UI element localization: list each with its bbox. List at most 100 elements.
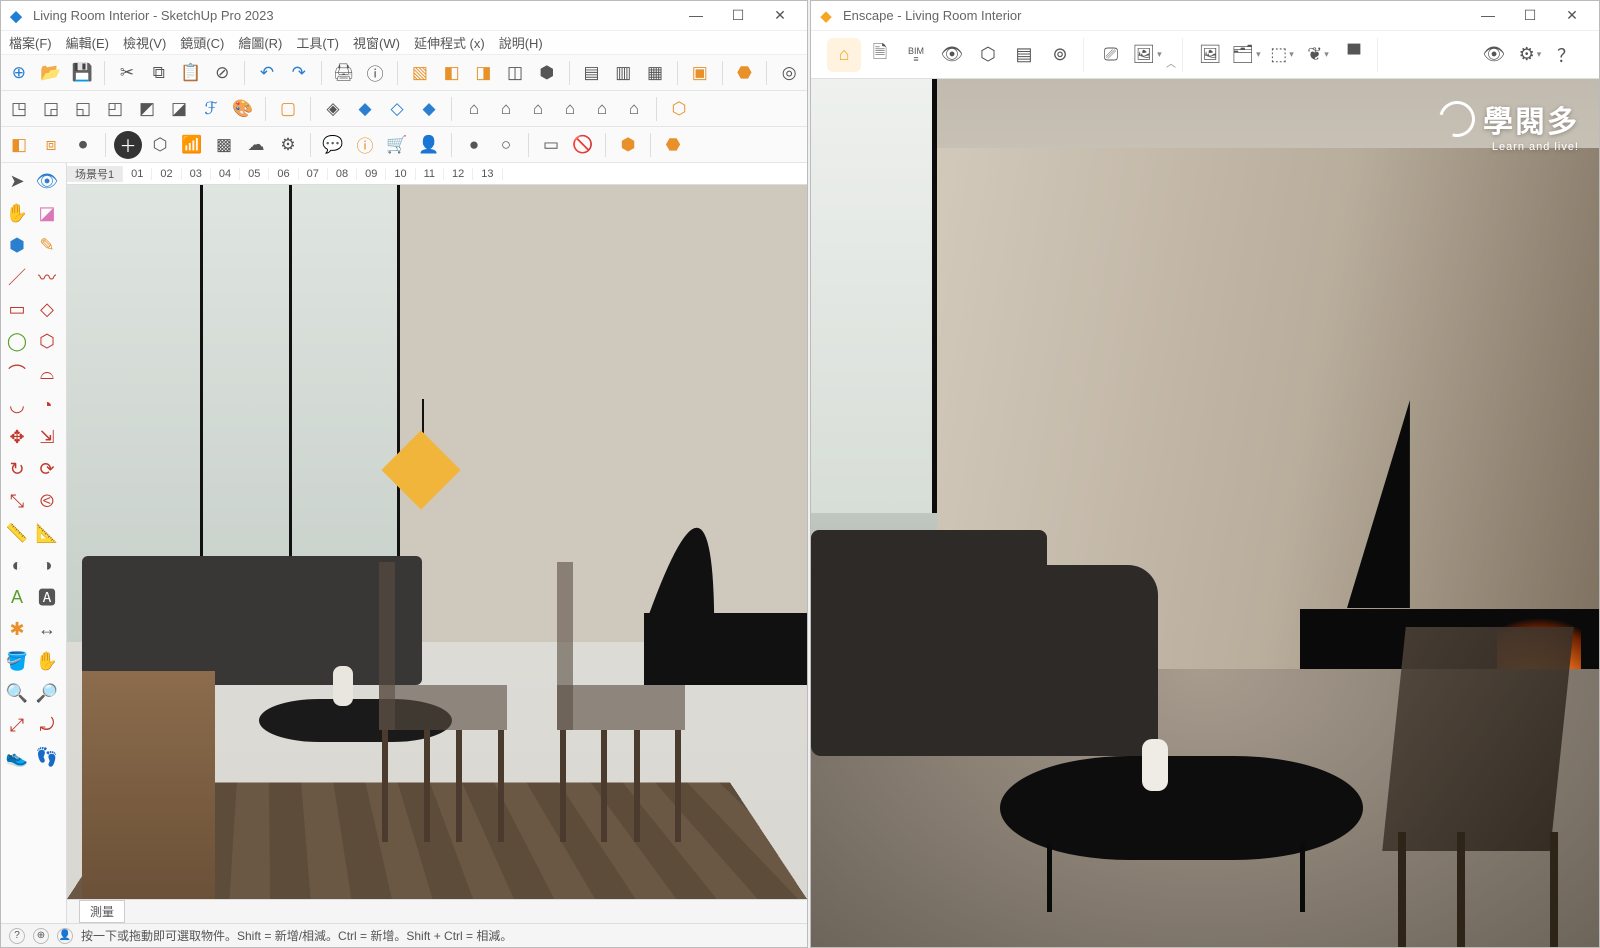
scale-tool-icon[interactable]: ⤡ xyxy=(3,487,31,515)
scene-tab[interactable]: 05 xyxy=(240,168,269,180)
undo-icon[interactable]: ↶ xyxy=(253,59,281,87)
circle-icon[interactable]: ○ xyxy=(492,131,520,159)
layer-settings-icon[interactable]: 🗂▾ xyxy=(1229,38,1263,72)
add-dark-icon[interactable]: ＋ xyxy=(114,131,142,159)
iso-view-icon[interactable]: ◈ xyxy=(319,95,347,123)
tape-tool-icon[interactable]: 📏 xyxy=(3,519,31,547)
move-tool-icon[interactable]: ✥ xyxy=(3,423,31,451)
move-copy-tool-icon[interactable]: ⇲ xyxy=(33,423,61,451)
user-icon[interactable]: 👤 xyxy=(415,131,443,159)
menu-camera[interactable]: 鏡頭(C) xyxy=(176,31,228,54)
copy-icon[interactable]: ⧉ xyxy=(145,59,173,87)
section-plane-icon[interactable]: ▤ xyxy=(578,59,606,87)
tape2-tool-icon[interactable]: 📐 xyxy=(33,519,61,547)
rect-icon[interactable]: ▭ xyxy=(537,131,565,159)
menu-extensions[interactable]: 延伸程式 (x) xyxy=(410,31,489,54)
solid-2-icon[interactable]: ◲ xyxy=(37,95,65,123)
checker-icon[interactable]: ▩ xyxy=(210,131,238,159)
bim-icon[interactable]: BIM≡ xyxy=(899,38,933,72)
palette-icon[interactable]: 🎨 xyxy=(229,95,257,123)
scene-tab[interactable]: 13 xyxy=(473,168,502,180)
dim-tool-icon[interactable]: ↔ xyxy=(33,615,61,643)
previous-view-tool-icon[interactable]: ⤾ xyxy=(33,711,61,739)
page-icon[interactable]: 🗎 xyxy=(863,38,897,72)
script-icon[interactable]: ℱ xyxy=(197,95,225,123)
walk-tool-icon[interactable]: 👣 xyxy=(33,743,61,771)
general-settings-icon[interactable]: ⚙▾ xyxy=(1513,38,1547,72)
outer-shell-icon[interactable]: ⬢ xyxy=(533,59,561,87)
menu-edit[interactable]: 編輯(E) xyxy=(62,31,113,54)
gear-icon[interactable]: ⚙ xyxy=(274,131,302,159)
protractor-tool-icon[interactable]: ◐ xyxy=(3,551,31,579)
house-right-icon[interactable]: ⌂ xyxy=(556,95,584,123)
save-file-icon[interactable]: 💾 xyxy=(68,59,96,87)
help-icon[interactable]: ？ xyxy=(1549,38,1583,72)
vr-icon[interactable]: ▀ xyxy=(1337,38,1371,72)
left-view-icon[interactable]: ◆ xyxy=(415,95,443,123)
comp-icon[interactable]: ⬣ xyxy=(731,59,759,87)
scene-tab[interactable]: 07 xyxy=(299,168,328,180)
scene-tab[interactable]: 02 xyxy=(152,168,181,180)
select-tool-icon[interactable]: ➤ xyxy=(3,167,31,195)
su-minimize-button[interactable]: — xyxy=(675,7,717,24)
pan-tool-icon[interactable]: 👟 xyxy=(3,743,31,771)
paint-tool-icon[interactable]: 🪣 xyxy=(3,647,31,675)
cart-icon[interactable]: 🛒 xyxy=(383,131,411,159)
shield-icon[interactable]: ⬡ xyxy=(665,95,693,123)
comp-edit-icon[interactable]: ⧈ xyxy=(37,131,65,159)
plugin-a-icon[interactable]: ◎ xyxy=(775,59,803,87)
su-maximize-button[interactable]: ☐ xyxy=(717,7,759,24)
hex-icon[interactable]: ⬡ xyxy=(146,131,174,159)
solid-4-icon[interactable]: ◰ xyxy=(101,95,129,123)
hand-tool-icon[interactable]: ✋ xyxy=(3,199,31,227)
arc3-tool-icon[interactable]: ◡ xyxy=(3,391,31,419)
eraser-tool-icon[interactable]: ◪ xyxy=(33,199,61,227)
gold-1-icon[interactable]: ⬢ xyxy=(614,131,642,159)
redo-icon[interactable]: ↷ xyxy=(285,59,313,87)
rss-icon[interactable]: 📶 xyxy=(178,131,206,159)
menu-tools[interactable]: 工具(T) xyxy=(292,31,343,54)
scene-tab[interactable]: 06 xyxy=(269,168,298,180)
arc-tool-icon[interactable]: ⌒ xyxy=(3,359,31,387)
print-icon[interactable]: 🖨 xyxy=(330,59,358,87)
rotated-rect-tool-icon[interactable]: ◇ xyxy=(33,295,61,323)
paste-icon[interactable]: 📋 xyxy=(177,59,205,87)
delete-icon[interactable]: ⊘ xyxy=(208,59,236,87)
component-tool-icon[interactable]: ⬢ xyxy=(3,231,31,259)
scene-tab[interactable]: 11 xyxy=(416,168,444,180)
cube-view-icon[interactable]: ⬚▾ xyxy=(1265,38,1299,72)
menu-help[interactable]: 說明(H) xyxy=(495,31,547,54)
cut-icon[interactable]: ✂ xyxy=(113,59,141,87)
scene-tab[interactable]: 04 xyxy=(211,168,240,180)
eye-off-icon[interactable]: 🚫 xyxy=(569,131,597,159)
safe-icon[interactable]: ⬡ xyxy=(971,38,1005,72)
offset-tool2-icon[interactable]: ⧀ xyxy=(33,487,61,515)
house-front-icon[interactable]: ⌂ xyxy=(524,95,552,123)
solid-6-icon[interactable]: ◪ xyxy=(165,95,193,123)
orbit-tool-icon[interactable]: 👁 xyxy=(33,167,61,195)
back-view-icon[interactable]: ◇ xyxy=(383,95,411,123)
su-close-button[interactable]: ✕ xyxy=(759,7,801,24)
protractor2-tool-icon[interactable]: ◑ xyxy=(33,551,61,579)
rotate-tool-icon[interactable]: ↻ xyxy=(3,455,31,483)
rotate-copy-tool-icon[interactable]: ⟳ xyxy=(33,455,61,483)
zoom-window-tool-icon[interactable]: 🔎 xyxy=(33,679,61,707)
home-icon[interactable]: ⌂ xyxy=(827,38,861,72)
section-cut-icon[interactable]: ▥ xyxy=(609,59,637,87)
chevron-up-icon[interactable]: ︿ xyxy=(1166,55,1176,72)
layer-icon[interactable]: ◧ xyxy=(5,131,33,159)
chat-icon[interactable]: 💬 xyxy=(319,131,347,159)
axes-tool-icon[interactable]: ✱ xyxy=(3,615,31,643)
scene-tab[interactable]: 10 xyxy=(386,168,415,180)
paint-bucket-icon[interactable]: ▧ xyxy=(406,59,434,87)
view-manage-icon[interactable]: 👁 xyxy=(935,38,969,72)
en-viewport[interactable]: 學閱多 Learn and live! xyxy=(811,79,1599,947)
tag-icon[interactable]: ▣ xyxy=(686,59,714,87)
pie-tool-icon[interactable]: ◔ xyxy=(33,391,61,419)
house-top-icon[interactable]: ⌂ xyxy=(620,95,648,123)
su-viewport[interactable] xyxy=(67,185,807,899)
asset-library-icon[interactable]: ▤ xyxy=(1007,38,1041,72)
menu-view[interactable]: 檢視(V) xyxy=(119,31,170,54)
scene-tab[interactable]: 01 xyxy=(123,168,152,180)
new-file-icon[interactable]: ⊕ xyxy=(5,59,33,87)
